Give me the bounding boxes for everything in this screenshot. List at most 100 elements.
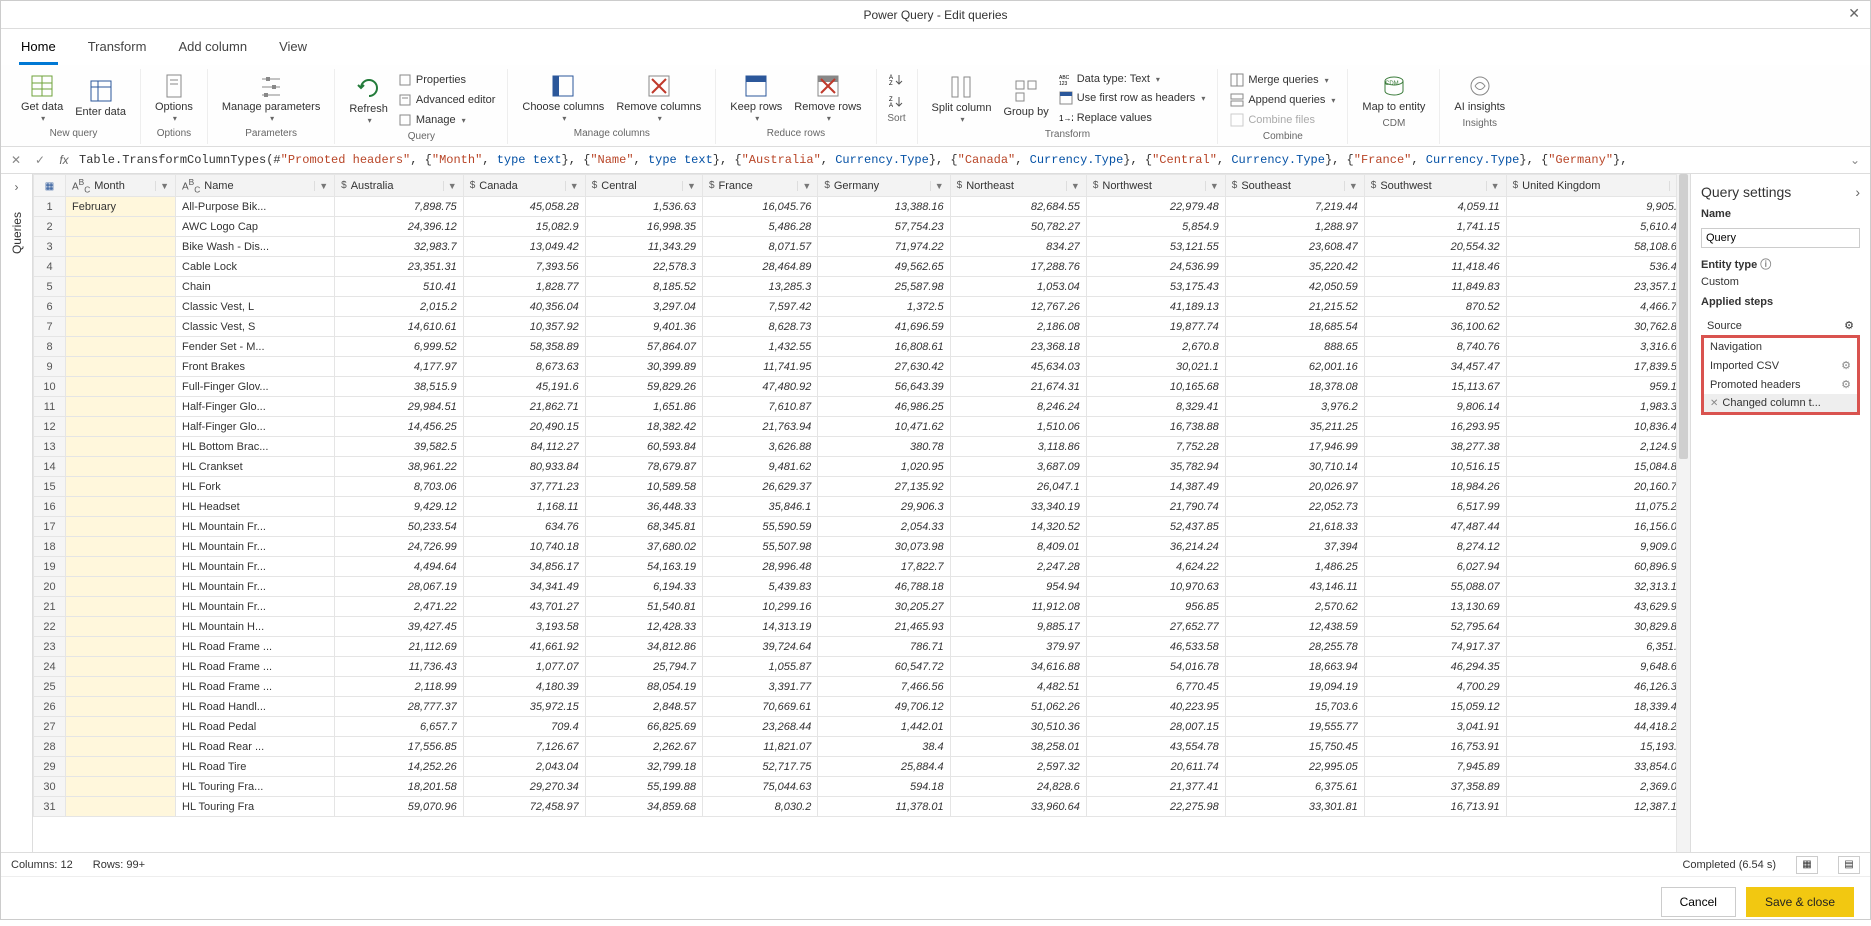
tab-transform[interactable]: Transform xyxy=(86,35,149,65)
cell[interactable]: 22,052.73 xyxy=(1225,497,1364,517)
cell[interactable]: 18,378.08 xyxy=(1225,377,1364,397)
cell[interactable]: 37,394 xyxy=(1225,537,1364,557)
merge-queries-button[interactable]: Merge queries▾ xyxy=(1226,71,1339,89)
cell[interactable]: 55,088.07 xyxy=(1364,577,1506,597)
cell[interactable]: 8,329.41 xyxy=(1086,397,1225,417)
cell[interactable]: 13,130.69 xyxy=(1364,597,1506,617)
cell[interactable]: 45,191.6 xyxy=(463,377,585,397)
cell[interactable]: HL Road Frame ... xyxy=(176,657,335,677)
cell[interactable] xyxy=(66,217,176,237)
step-changed-column-types[interactable]: ✕Changed column t... xyxy=(1704,394,1857,412)
column-filter-icon[interactable]: ▼ xyxy=(1205,181,1219,191)
cell[interactable]: 34,616.88 xyxy=(950,657,1086,677)
cell[interactable]: 1,442.01 xyxy=(818,717,950,737)
cell[interactable]: 55,507.98 xyxy=(702,537,817,557)
table-row[interactable]: 5Chain510.411,828.778,185.5213,285.325,5… xyxy=(34,277,1690,297)
cell[interactable]: 39,582.5 xyxy=(335,437,464,457)
cell[interactable]: 78,679.87 xyxy=(585,457,702,477)
cell[interactable]: 2,015.2 xyxy=(335,297,464,317)
row-number[interactable]: 24 xyxy=(34,657,66,677)
cell[interactable]: 6,027.94 xyxy=(1364,557,1506,577)
cell[interactable]: 5,439.83 xyxy=(702,577,817,597)
cell[interactable]: 19,555.77 xyxy=(1225,717,1364,737)
cell[interactable]: Bike Wash - Dis... xyxy=(176,237,335,257)
cell[interactable]: 32,313.12 xyxy=(1506,577,1689,597)
row-number[interactable]: 12 xyxy=(34,417,66,437)
cell[interactable]: 7,898.75 xyxy=(335,197,464,217)
cell[interactable]: 19,877.74 xyxy=(1086,317,1225,337)
column-filter-icon[interactable]: ▼ xyxy=(1486,181,1500,191)
cell[interactable]: 17,839.51 xyxy=(1506,357,1689,377)
advanced-editor-button[interactable]: Advanced editor xyxy=(394,91,500,109)
cell[interactable]: HL Road Frame ... xyxy=(176,637,335,657)
properties-button[interactable]: Properties xyxy=(394,71,500,89)
cell[interactable]: 28,777.37 xyxy=(335,697,464,717)
cell[interactable]: 57,754.23 xyxy=(818,217,950,237)
cell[interactable]: 39,724.64 xyxy=(702,637,817,657)
cell[interactable]: 47,487.44 xyxy=(1364,517,1506,537)
cell[interactable]: 10,516.15 xyxy=(1364,457,1506,477)
row-number[interactable]: 2 xyxy=(34,217,66,237)
table-row[interactable]: 22HL Mountain H...39,427.453,193.5812,42… xyxy=(34,617,1690,637)
cell[interactable]: 43,554.78 xyxy=(1086,737,1225,757)
column-header-united-kingdom[interactable]: $United Kingdom▼ xyxy=(1506,175,1689,197)
gear-icon[interactable]: ⚙ xyxy=(1844,319,1854,332)
column-header-france[interactable]: $France▼ xyxy=(702,175,817,197)
cell[interactable]: 8,246.24 xyxy=(950,397,1086,417)
cell[interactable]: 6,375.61 xyxy=(1225,777,1364,797)
cell[interactable]: 888.65 xyxy=(1225,337,1364,357)
row-number[interactable]: 8 xyxy=(34,337,66,357)
cell[interactable]: 1,536.63 xyxy=(585,197,702,217)
table-row[interactable]: 17HL Mountain Fr...50,233.54634.7668,345… xyxy=(34,517,1690,537)
cell[interactable]: 22,979.48 xyxy=(1086,197,1225,217)
cell[interactable] xyxy=(66,437,176,457)
cell[interactable]: 59,070.96 xyxy=(335,797,464,817)
cell[interactable]: 7,219.44 xyxy=(1225,197,1364,217)
table-row[interactable]: 1FebruaryAll-Purpose Bik...7,898.7545,05… xyxy=(34,197,1690,217)
cell[interactable]: Full-Finger Glov... xyxy=(176,377,335,397)
cell[interactable]: 22,275.98 xyxy=(1086,797,1225,817)
cell[interactable]: 1,168.11 xyxy=(463,497,585,517)
cell[interactable]: 13,285.3 xyxy=(702,277,817,297)
tab-view[interactable]: View xyxy=(277,35,309,65)
cell[interactable] xyxy=(66,477,176,497)
cell[interactable]: 43,701.27 xyxy=(463,597,585,617)
table-row[interactable]: 16HL Headset9,429.121,168.1136,448.3335,… xyxy=(34,497,1690,517)
cell[interactable]: 15,703.6 xyxy=(1225,697,1364,717)
row-number[interactable]: 19 xyxy=(34,557,66,577)
cell[interactable] xyxy=(66,377,176,397)
cell[interactable]: 16,998.35 xyxy=(585,217,702,237)
get-data-button[interactable]: Get data▾ xyxy=(15,71,69,126)
cell[interactable]: 9,885.17 xyxy=(950,617,1086,637)
cell[interactable]: 29,984.51 xyxy=(335,397,464,417)
cell[interactable]: 27,630.42 xyxy=(818,357,950,377)
cell[interactable]: 30,710.14 xyxy=(1225,457,1364,477)
cell[interactable]: 30,021.1 xyxy=(1086,357,1225,377)
cell[interactable]: Front Brakes xyxy=(176,357,335,377)
cell[interactable]: 12,438.59 xyxy=(1225,617,1364,637)
table-row[interactable]: 24HL Road Frame ...11,736.431,077.0725,7… xyxy=(34,657,1690,677)
cell[interactable]: Classic Vest, S xyxy=(176,317,335,337)
cell[interactable]: 21,112.69 xyxy=(335,637,464,657)
cell[interactable]: 24,536.99 xyxy=(1086,257,1225,277)
close-icon[interactable]: ✕ xyxy=(1848,5,1860,22)
cell[interactable]: 21,790.74 xyxy=(1086,497,1225,517)
cell[interactable]: 2,570.62 xyxy=(1225,597,1364,617)
vertical-scrollbar[interactable] xyxy=(1676,174,1690,852)
cell[interactable]: 10,589.58 xyxy=(585,477,702,497)
cell[interactable]: HL Crankset xyxy=(176,457,335,477)
cell[interactable]: 25,587.98 xyxy=(818,277,950,297)
column-filter-icon[interactable]: ▼ xyxy=(797,181,811,191)
cell[interactable]: HL Mountain Fr... xyxy=(176,517,335,537)
cell[interactable]: 536.49 xyxy=(1506,257,1689,277)
cell[interactable]: 20,490.15 xyxy=(463,417,585,437)
cell[interactable]: 3,297.04 xyxy=(585,297,702,317)
table-row[interactable]: 25HL Road Frame ...2,118.994,180.3988,05… xyxy=(34,677,1690,697)
refresh-button[interactable]: Refresh▾ xyxy=(343,73,394,128)
cell[interactable]: 8,673.63 xyxy=(463,357,585,377)
remove-rows-button[interactable]: Remove rows▾ xyxy=(788,71,867,126)
cell[interactable]: 62,001.16 xyxy=(1225,357,1364,377)
cell[interactable]: 14,313.19 xyxy=(702,617,817,637)
cell[interactable]: 14,320.52 xyxy=(950,517,1086,537)
cell[interactable]: 13,049.42 xyxy=(463,237,585,257)
